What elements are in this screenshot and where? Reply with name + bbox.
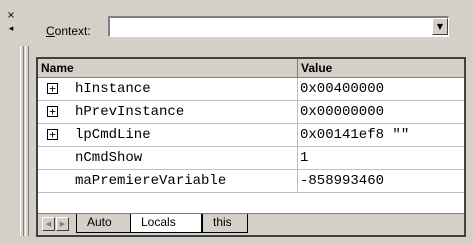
column-header-name[interactable]: Name — [38, 59, 298, 77]
variable-value[interactable]: 1 — [300, 147, 308, 169]
variable-name: nCmdShow — [75, 150, 143, 166]
variable-value[interactable]: 0x00400000 — [300, 78, 384, 100]
name-cell: + hInstance — [38, 78, 298, 100]
grid-rows: + hInstance 0x00400000 + hPrevInstance 0x0000… — [38, 78, 464, 193]
close-icon[interactable]: × — [6, 11, 16, 21]
grip-line — [20, 46, 24, 236]
expand-icon[interactable]: + — [47, 129, 58, 140]
table-row[interactable]: nCmdShow 1 — [38, 147, 464, 170]
table-row[interactable]: + lpCmdLine 0x00141ef8 "" — [38, 124, 464, 147]
context-label-text: ontext: — [54, 24, 91, 38]
tab-locals[interactable]: Locals — [130, 214, 202, 233]
column-header-value[interactable]: Value — [298, 59, 464, 77]
tab-auto[interactable]: Auto — [76, 214, 131, 233]
name-cell: maPremiereVariable — [38, 170, 298, 192]
expand-icon[interactable]: + — [47, 106, 58, 117]
grip-line — [25, 46, 29, 236]
chevron-down-icon[interactable]: ▼ — [432, 18, 448, 35]
name-cell: + lpCmdLine — [38, 124, 298, 146]
name-cell: nCmdShow — [38, 147, 298, 169]
table-row[interactable]: maPremiereVariable -858993460 — [38, 170, 464, 193]
context-label: Context: — [46, 24, 91, 38]
table-row[interactable]: + hPrevInstance 0x00000000 — [38, 101, 464, 124]
window-gripper[interactable]: × ◂ — [0, 0, 34, 244]
variable-name: hPrevInstance — [75, 104, 185, 120]
scroll-left-icon[interactable]: ◀ — [42, 217, 55, 231]
variable-name: lpCmdLine — [75, 127, 151, 143]
tab-this[interactable]: this — [202, 214, 248, 233]
variable-value[interactable]: 0x00000000 — [300, 101, 384, 123]
variable-name: maPremiereVariable — [75, 173, 227, 189]
expand-icon[interactable]: + — [47, 83, 58, 94]
scroll-right-icon[interactable]: ▶ — [56, 217, 69, 231]
variable-name: hInstance — [75, 81, 151, 97]
table-row[interactable]: + hInstance 0x00400000 — [38, 78, 464, 101]
variables-grid: Name Value + hInstance 0x00400000 + hPrevIns… — [36, 57, 466, 237]
context-label-accelerator: C — [46, 24, 55, 38]
name-cell: + hPrevInstance — [38, 101, 298, 123]
variable-value[interactable]: -858993460 — [300, 170, 384, 192]
dock-icon[interactable]: ◂ — [6, 24, 16, 34]
grid-header: Name Value — [38, 59, 464, 78]
context-combobox[interactable]: ▼ — [108, 16, 449, 37]
tab-strip: ◀ ▶ Auto Locals this — [38, 213, 464, 235]
variable-value[interactable]: 0x00141ef8 "" — [300, 124, 409, 146]
